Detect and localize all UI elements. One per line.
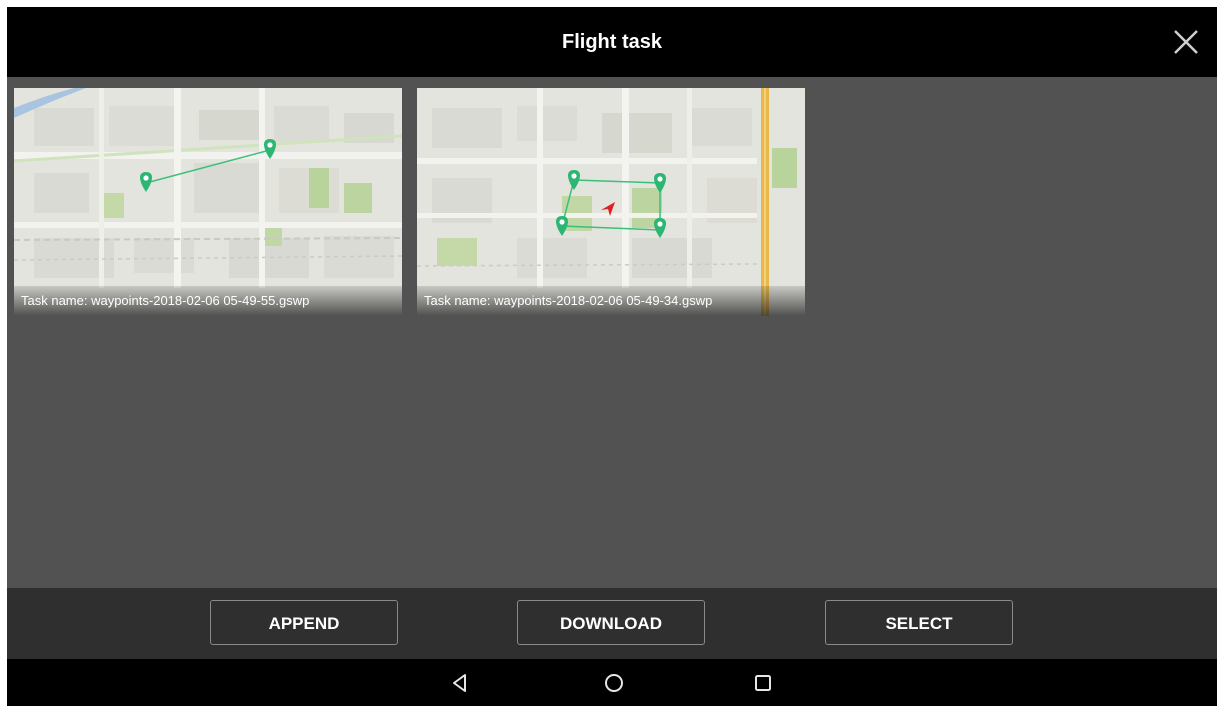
task-grid: Task name: waypoints-2018-02-06 05-49-55…	[7, 77, 1217, 588]
home-circle-icon[interactable]	[601, 670, 627, 696]
close-icon[interactable]	[1169, 25, 1203, 59]
task-card[interactable]: Task name: waypoints-2018-02-06 05-49-34…	[417, 88, 805, 316]
back-triangle-icon[interactable]	[447, 670, 473, 696]
title-bar: Flight task	[7, 7, 1217, 77]
map-thumbnail	[14, 88, 402, 316]
map-thumbnail	[417, 88, 805, 316]
system-nav-bar	[7, 659, 1217, 706]
download-button[interactable]: DOWNLOAD	[517, 600, 705, 645]
recents-square-icon[interactable]	[750, 670, 776, 696]
app-screen: Flight task Task name: waypoints-2018-02…	[7, 7, 1217, 706]
task-name-label: Task name: waypoints-2018-02-06 05-49-55…	[14, 286, 402, 316]
append-button[interactable]: APPEND	[210, 600, 398, 645]
action-bar: APPEND DOWNLOAD SELECT	[7, 588, 1217, 659]
task-name-label: Task name: waypoints-2018-02-06 05-49-34…	[417, 286, 805, 316]
page-title: Flight task	[561, 31, 662, 53]
select-button[interactable]: SELECT	[825, 600, 1013, 645]
task-card[interactable]: Task name: waypoints-2018-02-06 05-49-55…	[14, 88, 402, 316]
